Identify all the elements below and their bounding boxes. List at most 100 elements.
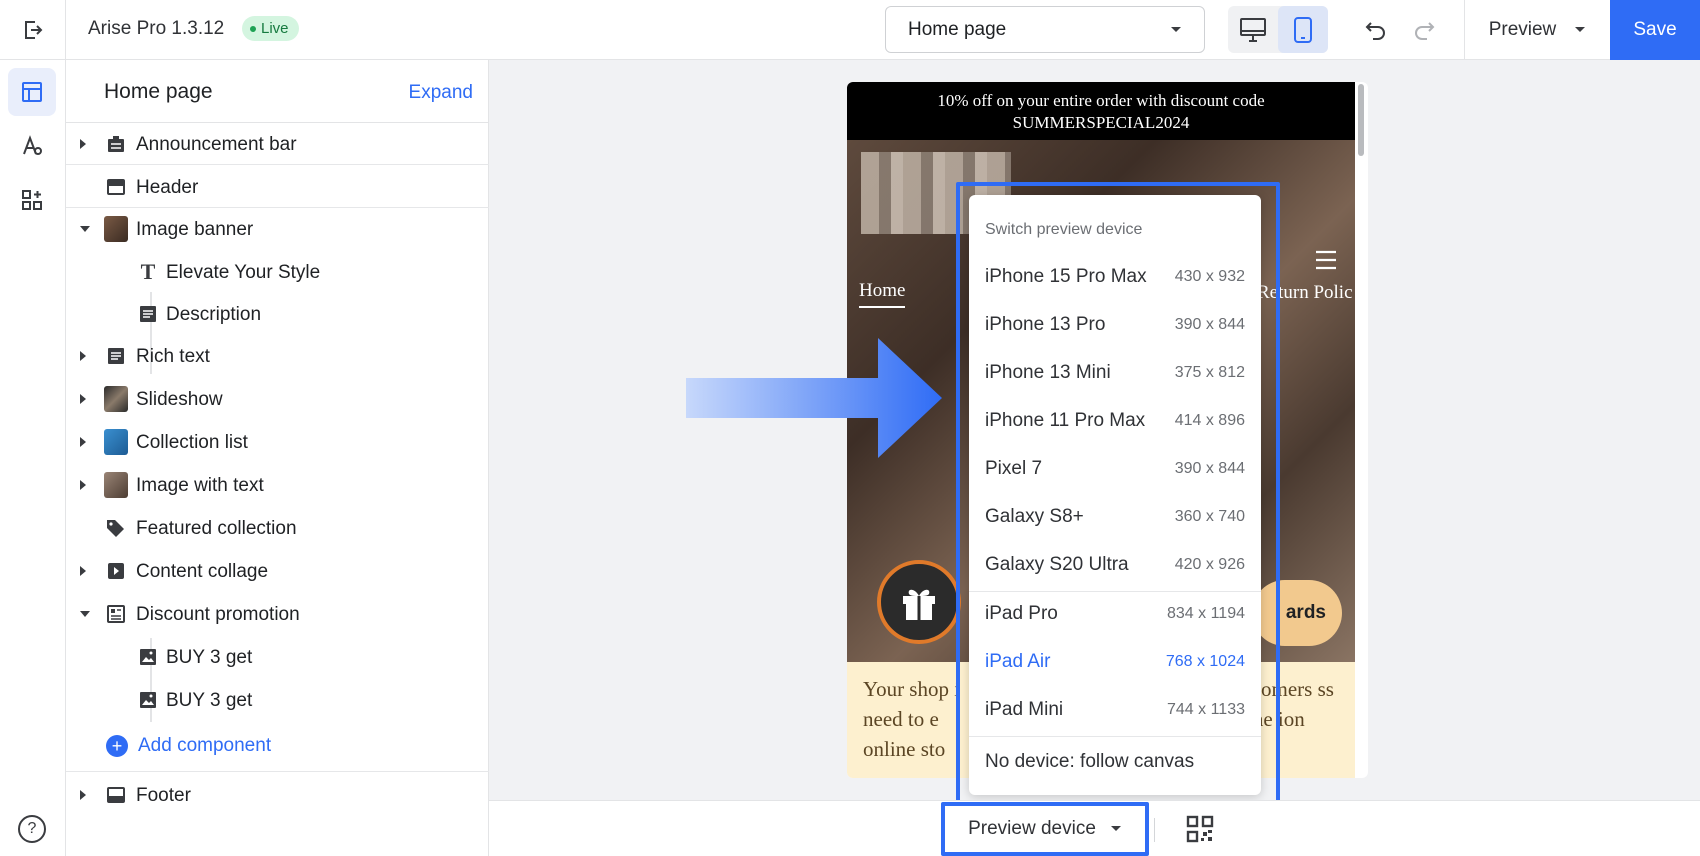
section-label: Image banner	[136, 219, 254, 240]
page-select[interactable]: Home page	[885, 6, 1205, 53]
exit-button[interactable]	[0, 0, 66, 60]
section-label: Rich text	[136, 346, 210, 367]
caret-right-icon[interactable]	[80, 480, 86, 490]
announcement-icon	[104, 132, 128, 156]
help-icon[interactable]: ?	[18, 815, 46, 843]
section-footer[interactable]: Footer	[66, 774, 489, 816]
qr-code-icon[interactable]	[1186, 815, 1214, 843]
live-dot-icon	[250, 25, 256, 32]
play-icon	[104, 559, 128, 583]
caret-right-icon[interactable]	[80, 139, 86, 149]
caret-right-icon[interactable]	[80, 351, 86, 361]
app-name: Arise Pro	[88, 18, 167, 39]
slideshow-thumbnail	[104, 386, 128, 412]
section-rich-text[interactable]: Rich text	[66, 335, 489, 377]
desktop-view-button[interactable]	[1228, 6, 1278, 53]
rich-text-icon	[104, 344, 128, 368]
block-elevate-your-style[interactable]: T Elevate Your Style	[66, 251, 489, 293]
section-header[interactable]: Header	[66, 166, 489, 208]
paragraph-icon	[136, 302, 160, 326]
layout-icon	[22, 82, 42, 102]
block-buy-3-get-2[interactable]: BUY 3 get	[66, 679, 489, 721]
section-label: Image with text	[136, 475, 264, 496]
hamburger-menu-icon[interactable]	[1315, 250, 1337, 270]
section-label: Content collage	[136, 561, 269, 582]
image-banner-thumbnail	[104, 216, 128, 242]
undo-button[interactable]	[1360, 14, 1392, 46]
footer-icon	[104, 783, 128, 807]
caret-right-icon[interactable]	[80, 790, 86, 800]
caret-down-icon	[1575, 27, 1586, 32]
desktop-icon	[1240, 17, 1266, 42]
section-announcement-bar[interactable]: Announcement bar	[66, 123, 489, 165]
redo-icon	[1415, 22, 1435, 40]
block-label: Elevate Your Style	[166, 262, 321, 283]
block-buy-3-get-1[interactable]: BUY 3 get	[66, 636, 489, 678]
block-label: BUY 3 get	[166, 647, 253, 668]
apps-tab[interactable]	[8, 176, 56, 224]
text-icon: T	[140, 259, 156, 284]
add-component-label: Add component	[138, 735, 272, 756]
image-icon	[136, 688, 160, 712]
nav-home-link[interactable]: Home	[859, 280, 906, 308]
highlight-box	[941, 802, 1149, 856]
left-rail: ?	[0, 60, 66, 856]
section-label: Footer	[136, 785, 191, 806]
section-featured-collection[interactable]: Featured collection	[66, 507, 489, 549]
status-label: Live	[261, 20, 289, 37]
caret-right-icon[interactable]	[80, 437, 86, 447]
top-bar: Arise Pro 1.3.12 Live Home page Preview …	[0, 0, 1700, 60]
section-discount-promotion[interactable]: Discount promotion	[66, 593, 489, 635]
status-badge: Live	[242, 16, 299, 41]
caret-right-icon[interactable]	[80, 566, 86, 576]
expand-link[interactable]: Expand	[409, 82, 473, 104]
app-version: 1.3.12	[171, 18, 225, 39]
section-label: Discount promotion	[136, 604, 300, 625]
sections-tab[interactable]	[8, 68, 56, 116]
collection-list-thumbnail	[104, 429, 128, 455]
apps-add-icon	[22, 190, 42, 210]
styles-icon	[23, 135, 42, 155]
rewards-launcher[interactable]	[877, 560, 961, 644]
image-icon	[136, 645, 160, 669]
mobile-view-button[interactable]	[1278, 6, 1328, 53]
section-label: Slideshow	[136, 389, 223, 410]
tags-icon	[104, 516, 128, 540]
section-content-collage[interactable]: Content collage	[66, 550, 489, 592]
preview-scrollbar[interactable]	[1358, 84, 1364, 156]
sidebar-title: Home page	[104, 80, 213, 103]
section-label: Featured collection	[136, 518, 297, 539]
device-toggle	[1228, 6, 1328, 53]
section-label: Announcement bar	[136, 134, 297, 155]
redo-button[interactable]	[1408, 14, 1440, 46]
highlight-box	[956, 182, 1280, 804]
caret-down-icon[interactable]	[80, 226, 90, 232]
page-select-value: Home page	[908, 18, 1007, 40]
section-collection-list[interactable]: Collection list	[66, 421, 489, 463]
block-description[interactable]: Description	[66, 293, 489, 335]
annotation-arrow-icon	[686, 338, 942, 458]
caret-down-icon[interactable]	[80, 611, 90, 617]
section-image-with-text[interactable]: Image with text	[66, 464, 489, 506]
mobile-icon	[1294, 16, 1312, 43]
block-label: Description	[166, 304, 262, 325]
sidebar-header: Home page Expand	[66, 60, 489, 123]
block-label: BUY 3 get	[166, 690, 253, 711]
divider	[66, 771, 489, 772]
divider	[1154, 818, 1155, 842]
caret-down-icon	[1171, 26, 1181, 32]
gift-icon	[903, 589, 935, 620]
section-label: Collection list	[136, 432, 248, 453]
theme-styles-tab[interactable]	[8, 122, 56, 170]
section-image-banner[interactable]: Image banner	[66, 208, 489, 250]
preview-button[interactable]: Preview	[1464, 0, 1610, 60]
exit-icon	[24, 21, 42, 39]
add-component-button[interactable]: + Add component	[106, 735, 271, 757]
section-slideshow[interactable]: Slideshow	[66, 378, 489, 420]
caret-right-icon[interactable]	[80, 394, 86, 404]
app-title: Arise Pro 1.3.12	[88, 18, 224, 40]
save-button[interactable]: Save	[1610, 0, 1700, 60]
section-label: Header	[136, 177, 199, 198]
announcement-bar-preview: 10% off on your entire order with discou…	[847, 82, 1355, 140]
undo-icon	[1365, 22, 1385, 40]
